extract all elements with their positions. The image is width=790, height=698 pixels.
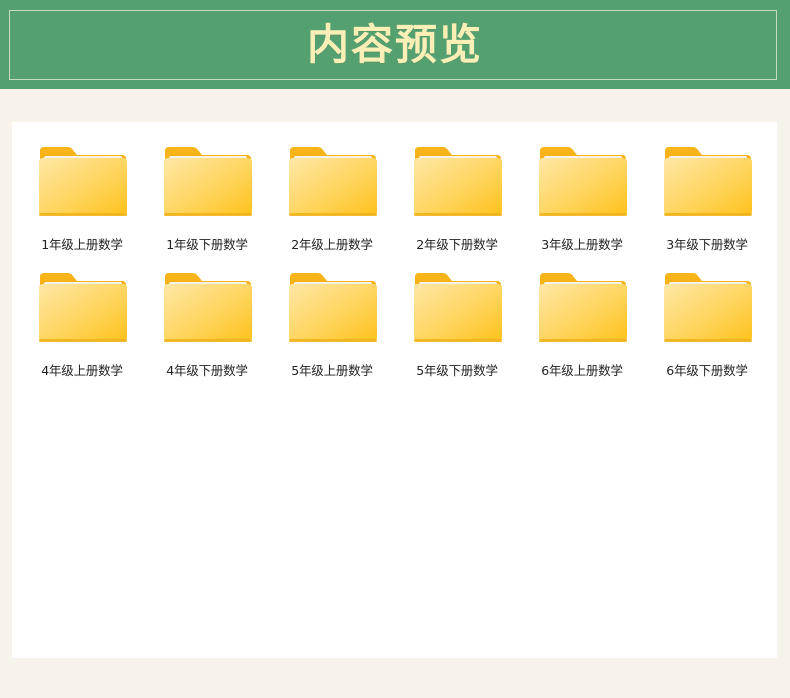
folder-icon: [413, 144, 503, 218]
folder-item[interactable]: 1年级上册数学: [26, 144, 138, 254]
folder-label: 1年级下册数学: [166, 237, 248, 252]
folder-item[interactable]: 6年级上册数学: [526, 270, 638, 380]
folder-item[interactable]: 2年级上册数学: [276, 144, 388, 254]
folder-icon: [288, 144, 378, 218]
folder-label: 2年级上册数学: [291, 237, 373, 252]
folder-icon: [38, 144, 128, 218]
folder-item[interactable]: 4年级上册数学: [26, 270, 138, 380]
folder-label: 3年级上册数学: [541, 237, 623, 252]
folder-label: 6年级上册数学: [541, 363, 623, 378]
folder-item[interactable]: 3年级上册数学: [526, 144, 638, 254]
folder-item[interactable]: 6年级下册数学: [651, 270, 763, 380]
folder-icon: [538, 144, 628, 218]
folder-icon: [288, 270, 378, 344]
folder-icon: [538, 270, 628, 344]
folder-label: 4年级上册数学: [41, 363, 123, 378]
folder-label: 3年级下册数学: [666, 237, 748, 252]
page-title: 内容预览: [306, 20, 483, 69]
folder-item[interactable]: 1年级下册数学: [151, 144, 263, 254]
folder-label: 2年级下册数学: [416, 237, 498, 252]
folder-item[interactable]: 5年级下册数学: [401, 270, 513, 380]
folder-item[interactable]: 5年级上册数学: [276, 270, 388, 380]
folder-item[interactable]: 2年级下册数学: [401, 144, 513, 254]
folder-icon: [163, 270, 253, 344]
folder-item[interactable]: 3年级下册数学: [651, 144, 763, 254]
folder-grid: 1年级上册数学 1年级下册数学 2年级上册数学 2年级下册数学 3年级上册数学 …: [26, 144, 766, 394]
folder-item[interactable]: 4年级下册数学: [151, 270, 263, 380]
folder-icon: [163, 144, 253, 218]
folder-icon: [663, 270, 753, 344]
header-banner: 内容预览: [0, 0, 790, 89]
folder-icon: [38, 270, 128, 344]
folder-label: 6年级下册数学: [666, 363, 748, 378]
folder-label: 1年级上册数学: [41, 237, 123, 252]
folder-label: 4年级下册数学: [166, 363, 248, 378]
folder-label: 5年级上册数学: [291, 363, 373, 378]
folder-icon: [663, 144, 753, 218]
folder-label: 5年级下册数学: [416, 363, 498, 378]
folder-icon: [413, 270, 503, 344]
